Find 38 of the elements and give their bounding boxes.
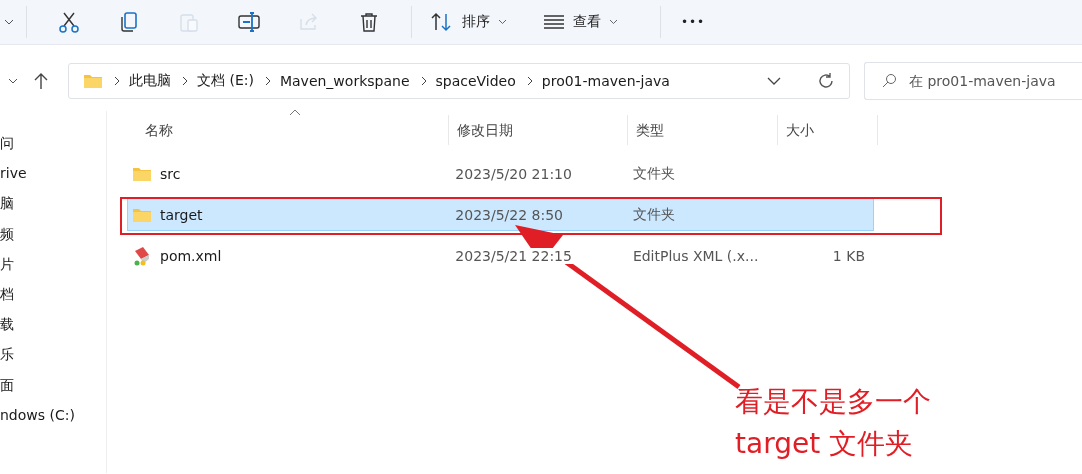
search-field[interactable]: 在 pro01-maven-java (864, 62, 1082, 100)
sidebar-item[interactable]: 脑 (0, 188, 106, 219)
annotation-text: target 文件夹 (735, 426, 915, 462)
file-name: target (160, 206, 203, 223)
sort-button[interactable]: 排序 (424, 4, 519, 40)
sidebar-item[interactable]: 载 (0, 309, 106, 340)
sidebar-item[interactable]: ndows (C:) (0, 399, 106, 430)
table-cell-text: EditPlus XML (.x... (631, 247, 760, 264)
sidebar-item[interactable]: 片 (0, 248, 106, 279)
breadcrumb[interactable]: pro01-maven-java (541, 73, 670, 89)
sidebar-item[interactable]: 档 (0, 278, 106, 310)
breadcrumb[interactable]: spaceVideo (435, 73, 516, 89)
sidebar-item[interactable]: 频 (0, 218, 106, 249)
table-cell-text: 文件夹 (631, 164, 676, 183)
breadcrumb[interactable]: 文档 (E:) (197, 72, 254, 90)
column-header[interactable]: 名称 (127, 115, 449, 145)
column-header[interactable]: 大小 (778, 115, 878, 145)
file-name: src (160, 165, 181, 182)
breadcrumb[interactable]: 此电脑 (129, 72, 171, 90)
view-button[interactable]: 查看 (537, 4, 630, 40)
sidebar-item[interactable]: 乐 (0, 339, 106, 370)
file-name: pom.xml (160, 247, 222, 264)
file-row[interactable]: pom.xml 2023/5/21 22:15 EditPlus XML (.x... 1 KB (127, 239, 874, 272)
table-cell: 1 KB (832, 247, 865, 264)
table-cell-text: 文件夹 (631, 205, 676, 224)
table-cell-text: 2023/5/22 8:50 (455, 206, 564, 223)
sidebar-item[interactable]: 问 (0, 128, 106, 159)
file-row[interactable]: src 2023/5/20 21:10 文件夹 (127, 157, 874, 190)
file-row[interactable]: target 2023/5/22 8:50 文件夹 (127, 198, 874, 231)
breadcrumb[interactable]: Maven_workspane (279, 73, 410, 89)
more-button[interactable]: ••• (673, 4, 713, 40)
sidebar-item[interactable]: rive (0, 158, 106, 189)
table-cell: 2023/5/21 22:15 (455, 247, 575, 264)
column-header[interactable]: 修改日期 (449, 115, 628, 145)
address-bar[interactable]: 此电脑 文档 (E:) Maven_workspane spaceVideo pro01-maven-java (68, 63, 850, 99)
annotation-text: 看是不是多一个 (735, 384, 931, 420)
column-header[interactable]: 类型 (628, 115, 778, 145)
sidebar-item[interactable]: 面 (0, 369, 106, 400)
